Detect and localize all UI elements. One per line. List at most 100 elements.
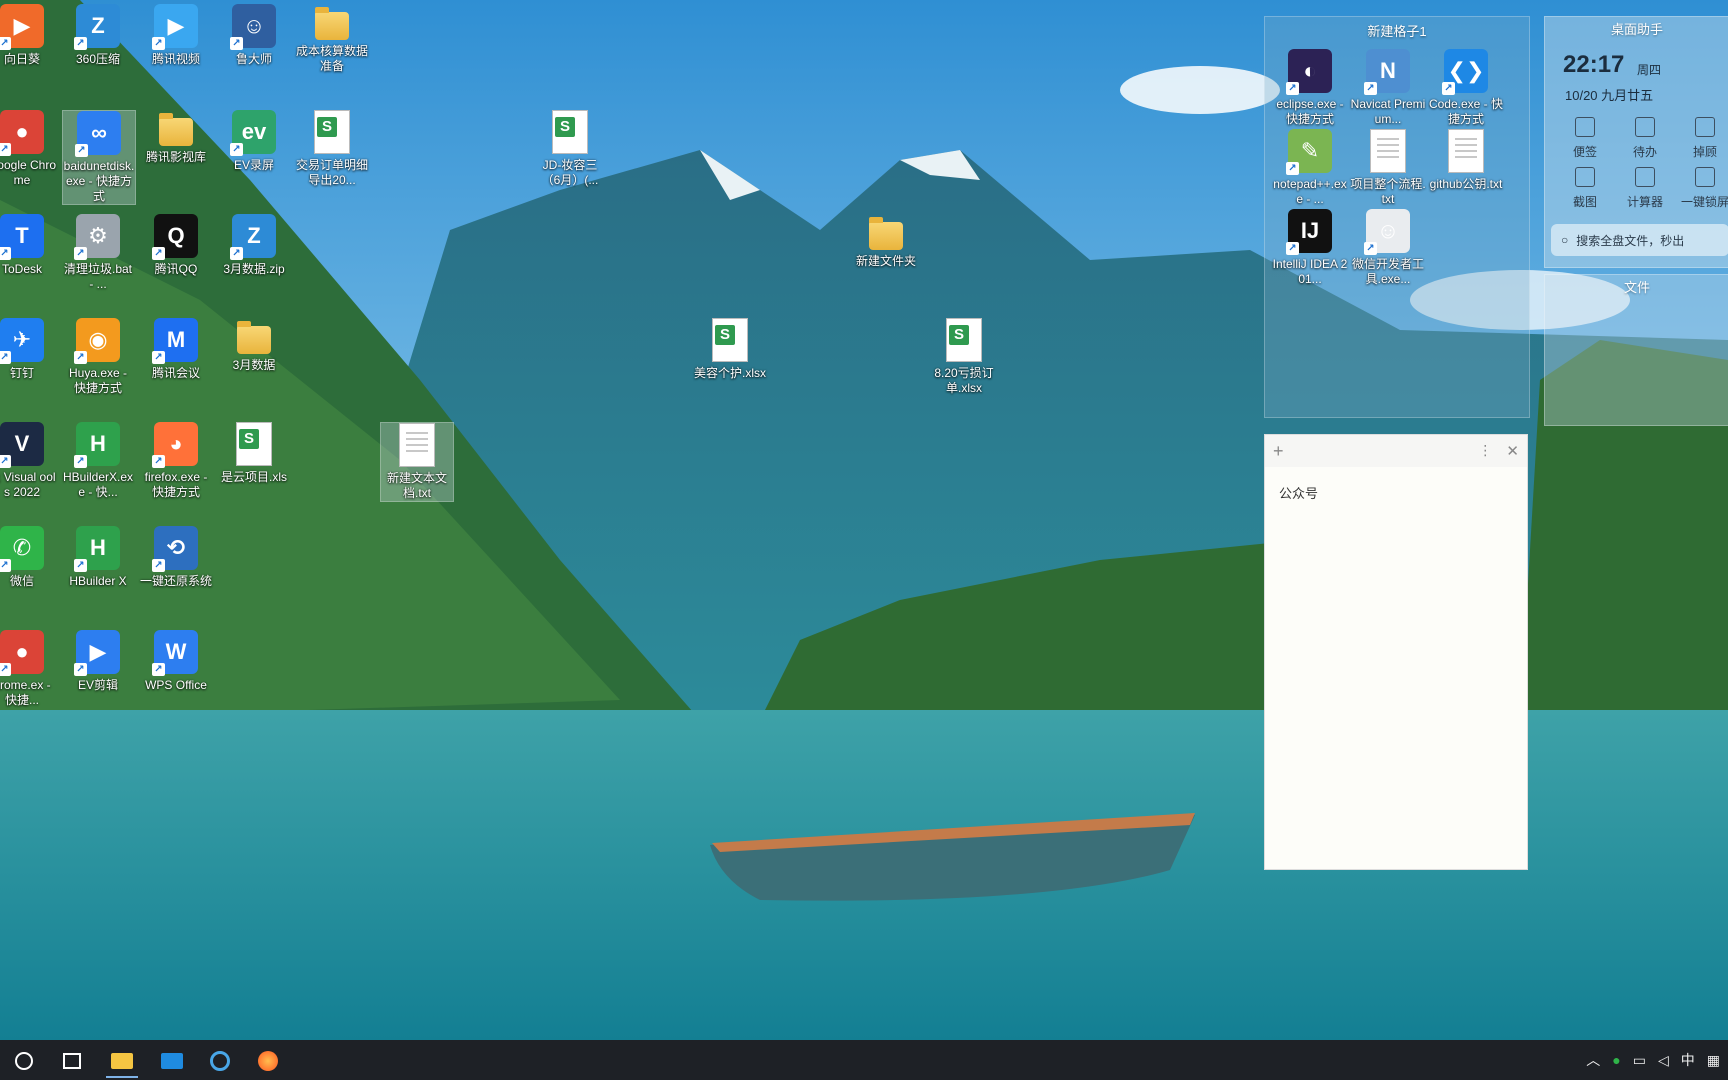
files-panel: 文件	[1544, 274, 1728, 426]
app-icon: ▶ ↗	[152, 4, 198, 50]
taskbar-mail[interactable]	[150, 1044, 194, 1078]
tool-more[interactable]: 掉顾	[1675, 117, 1728, 160]
task-view-button[interactable]	[50, 1044, 94, 1078]
desktop-icon-11[interactable]: S JD-妆容三（6月）(...	[534, 110, 606, 188]
desktop-icon-20[interactable]: 3月数据	[218, 318, 290, 373]
grid-panel[interactable]: 新建格子1 ◐ ↗ eclipse.exe - 快捷方式 N ↗ Navicat Prem…	[1264, 16, 1530, 418]
add-note-button[interactable]: +	[1273, 441, 1284, 462]
desktop-icon-30[interactable]: ⟲ ↗ 一键还原系统	[140, 526, 212, 589]
desktop-icon-23[interactable]: V↗免 Visual ools 2022	[0, 422, 58, 500]
tool-screenshot[interactable]: 截图	[1555, 167, 1615, 210]
grid-icon-6[interactable]: github公钥.txt	[1427, 129, 1505, 192]
grid-icon-8[interactable]: ☺ ↗ 微信开发者工具.exe...	[1349, 209, 1427, 287]
desktop-icon-26[interactable]: S 是云项目.xls	[218, 422, 290, 485]
app-icon: ◐ ↗	[1286, 49, 1332, 95]
desktop-icon-8[interactable]: 腾讯影视库	[140, 110, 212, 165]
desktop-icon-5[interactable]: 成本核算数据准备	[296, 4, 368, 74]
close-note-button[interactable]: ✕	[1506, 442, 1519, 460]
firefox-icon	[258, 1051, 278, 1071]
desktop-icon-4[interactable]: ☺ ↗ 鲁大师	[218, 4, 290, 67]
app-icon: ✈ ↗	[0, 318, 44, 364]
volume-icon[interactable]: ◁	[1658, 1052, 1669, 1069]
icon-label: EV剪辑	[77, 678, 118, 692]
desktop-icon-1[interactable]: ▶ ↗ 向日葵	[0, 4, 58, 67]
desktop-icon-28[interactable]: ✆ ↗ 微信	[0, 526, 58, 589]
taskbar-browser[interactable]	[198, 1044, 242, 1078]
mail-icon	[161, 1053, 183, 1069]
icon-label: JD-妆容三（6月）(...	[541, 158, 599, 187]
start-search-button[interactable]	[2, 1044, 46, 1078]
desktop-icon-27[interactable]: 新建文本文档.txt	[380, 422, 454, 502]
grid-icon-2[interactable]: N ↗ Navicat Premium...	[1349, 49, 1427, 127]
tool-lock-screen[interactable]: 一键锁屏	[1675, 167, 1728, 210]
ime-indicator[interactable]: 中	[1681, 1050, 1695, 1070]
taskbar-file-explorer[interactable]	[100, 1044, 144, 1078]
grid-icon-1[interactable]: ◐ ↗ eclipse.exe - 快捷方式	[1271, 49, 1349, 127]
desktop-icon-13[interactable]: ⚙ ↗ 清理垃圾.bat - ...	[62, 214, 134, 292]
desktop-icon-7[interactable]: ∞ ↗ baidunetdisk.exe - 快捷方式	[62, 110, 136, 205]
shortcut-arrow-icon: ↗	[230, 143, 243, 156]
shortcut-arrow-icon: ↗	[230, 247, 243, 260]
desktop-icon-31[interactable]: ●↗hrome.ex - 快捷...	[0, 630, 58, 708]
sticky-note[interactable]: + ⋮ ✕ 公众号	[1264, 434, 1528, 870]
desktop-assistant-panel: 桌面助手 22:17 周四 10/20 九月廿五 便签 待办 掉顾 截图 计算器…	[1544, 16, 1728, 268]
icon-label: HBuilderX.exe - 快...	[62, 470, 134, 499]
desktop-icon-29[interactable]: H ↗ HBuilder X	[62, 526, 134, 589]
app-icon: IJ ↗	[1286, 209, 1332, 255]
desktop-icon-24[interactable]: H ↗ HBuilderX.exe - 快...	[62, 422, 134, 500]
wechat-tray-icon[interactable]: ●	[1612, 1052, 1620, 1068]
desktop-icon-22[interactable]: S 8.20亏损订单.xlsx	[928, 318, 1000, 396]
folder-icon	[237, 321, 271, 354]
grid-icon-4[interactable]: ✎ ↗ notepad++.exe - ...	[1271, 129, 1349, 207]
desktop-icon-17[interactable]: ✈ ↗ 钉钉	[0, 318, 58, 381]
desktop-icon-2[interactable]: Z ↗ 360压缩	[62, 4, 134, 67]
icon-label: 3月数据.zip	[223, 262, 285, 276]
shortcut-arrow-icon: ↗	[0, 351, 11, 364]
grid-icon-7[interactable]: IJ ↗ IntelliJ IDEA 201...	[1271, 209, 1349, 287]
icon-label: 清理垃圾.bat - ...	[63, 262, 133, 291]
keyboard-icon[interactable]: ▦	[1707, 1052, 1720, 1069]
desktop-icon-19[interactable]: M ↗ 腾讯会议	[140, 318, 212, 381]
app-icon: ◉ ↗	[74, 318, 120, 364]
app-icon: W ↗	[152, 630, 198, 676]
shortcut-arrow-icon: ↗	[0, 143, 11, 156]
icon-label: 交易订单明细导出20...	[296, 158, 369, 187]
desktop-icon-6[interactable]: ●↗Google Chrome	[0, 110, 58, 188]
tool-calculator[interactable]: 计算器	[1615, 167, 1675, 210]
clock-time: 22:17	[1563, 51, 1625, 78]
spreadsheet-icon: S	[314, 110, 350, 154]
app-icon: ● ↗	[0, 630, 44, 676]
desktop-icon-16[interactable]: 新建文件夹	[850, 214, 922, 269]
desktop-icon-18[interactable]: ◉ ↗ Huya.exe - 快捷方式	[62, 318, 134, 396]
taskbar-firefox[interactable]	[246, 1044, 290, 1078]
show-hidden-icons-chevron[interactable]: ︿	[1586, 1050, 1600, 1070]
files-panel-title: 文件	[1623, 280, 1650, 295]
desktop-icon-33[interactable]: W ↗ WPS Office	[140, 630, 212, 693]
app-icon: Z ↗	[74, 4, 120, 50]
desktop-icon-10[interactable]: S 交易订单明细导出20...	[296, 110, 368, 188]
grid-icon-5[interactable]: 项目整个流程.txt	[1349, 129, 1427, 207]
desktop-icon-3[interactable]: ▶ ↗ 腾讯视频	[140, 4, 212, 67]
desktop-icon-9[interactable]: ev ↗ EV录屏	[218, 110, 290, 173]
desktop-icon-25[interactable]: ◕ ↗ firefox.exe - 快捷方式	[140, 422, 212, 500]
app-icon: ☺ ↗	[230, 4, 276, 50]
taskbar: ︿ ● ▭ ◁ 中 ▦	[0, 1040, 1728, 1080]
note-menu-icon[interactable]: ⋮	[1478, 442, 1492, 460]
grid-icon-3[interactable]: ❮❯ ↗ Code.exe - 快捷方式	[1427, 49, 1505, 127]
network-icon[interactable]: ▭	[1633, 1052, 1646, 1069]
note-text[interactable]: 公众号	[1265, 467, 1527, 518]
todo-icon	[1635, 117, 1655, 137]
app-icon: N ↗	[1364, 49, 1410, 95]
tool-todo[interactable]: 待办	[1615, 117, 1675, 160]
desktop-icon-15[interactable]: Z ↗ 3月数据.zip	[218, 214, 290, 277]
icon-label: eclipse.exe - 快捷方式	[1276, 97, 1344, 126]
tool-sticky-notes[interactable]: 便签	[1555, 117, 1615, 160]
desktop-icon-14[interactable]: Q ↗ 腾讯QQ	[140, 214, 212, 277]
shortcut-arrow-icon: ↗	[74, 663, 87, 676]
shortcut-arrow-icon: ↗	[0, 455, 11, 468]
desktop-icon-21[interactable]: S 美容个护.xlsx	[694, 318, 766, 381]
file-search-input[interactable]: ○ 搜索全盘文件，秒出	[1551, 224, 1728, 256]
desktop-icon-12[interactable]: T ↗ ToDesk	[0, 214, 58, 277]
icon-label: Code.exe - 快捷方式	[1428, 97, 1504, 126]
desktop-icon-32[interactable]: ▶ ↗ EV剪辑	[62, 630, 134, 693]
